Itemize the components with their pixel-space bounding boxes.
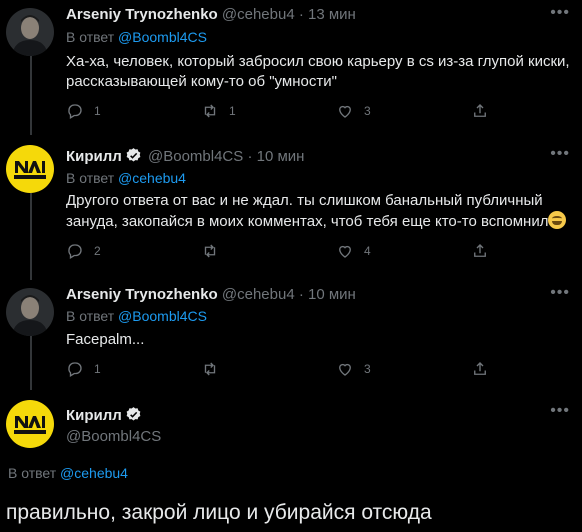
thread-line	[30, 193, 32, 280]
thread-line	[30, 56, 32, 135]
grinning-emoji-icon	[548, 211, 567, 229]
like-icon	[339, 363, 351, 376]
more-icon[interactable]: •••	[550, 284, 570, 302]
retweet-icon	[204, 244, 216, 258]
reply-prefix: В ответ	[66, 29, 115, 45]
like-count: 3	[364, 104, 371, 118]
author-handle[interactable]: @cehebu4	[222, 6, 295, 23]
retweet-button[interactable]	[201, 359, 229, 379]
reply-context: В ответ @cehebu4	[8, 465, 128, 481]
share-button[interactable]	[471, 101, 489, 121]
like-count: 4	[364, 244, 371, 258]
reply-count: 1	[94, 104, 101, 118]
avatar[interactable]	[6, 400, 54, 448]
reply-button[interactable]: 1	[66, 101, 101, 121]
like-button[interactable]: 3	[336, 359, 371, 379]
avatar-photo-icon	[6, 8, 54, 56]
more-icon[interactable]: •••	[550, 4, 570, 22]
timestamp[interactable]: 10 мин	[257, 148, 305, 165]
thread-line	[30, 336, 32, 390]
like-button[interactable]: 3	[336, 101, 371, 121]
share-button[interactable]	[471, 359, 489, 379]
avatar[interactable]	[6, 8, 54, 56]
mention-link[interactable]: @cehebu4	[118, 170, 186, 186]
reply-count: 1	[94, 362, 101, 376]
mention-link[interactable]: @Boombl4CS	[118, 308, 207, 324]
tweet-text-content: Другого ответа от вас и не ждал. ты слиш…	[66, 192, 549, 230]
retweet-button[interactable]: 1	[201, 101, 236, 121]
tweet-actions: 2 4	[66, 241, 486, 261]
tweet-header: Кирилл @Boombl4CS · 10 мин	[66, 147, 304, 165]
reply-button[interactable]: 2	[66, 241, 101, 261]
reply-context: В ответ @Boombl4CS	[66, 308, 207, 324]
retweet-icon	[204, 362, 216, 376]
share-icon	[474, 104, 486, 117]
reply-icon	[68, 244, 82, 259]
author-name[interactable]: Arseniy Trynozhenko	[66, 286, 218, 303]
author-name[interactable]: Кирилл	[66, 148, 122, 165]
retweet-button[interactable]	[201, 241, 229, 261]
separator-dot: ·	[247, 148, 253, 165]
tweet-2[interactable]: Кирилл @Boombl4CS · 10 мин ••• В ответ @…	[0, 135, 582, 280]
avatar-photo-icon	[6, 288, 54, 336]
reply-button[interactable]: 1	[66, 359, 101, 379]
tweet-3[interactable]: Arseniy Trynozhenko @cehebu4 · 10 мин ••…	[0, 280, 582, 390]
more-icon[interactable]: •••	[550, 402, 570, 420]
mention-link[interactable]: @Boombl4CS	[118, 29, 207, 45]
tweet-actions: 1 3	[66, 359, 486, 379]
avatar[interactable]	[6, 288, 54, 336]
author-name-row: Кирилл	[66, 406, 144, 424]
author-name[interactable]: Кирилл	[66, 407, 122, 424]
author-handle[interactable]: @cehebu4	[222, 286, 295, 303]
reply-icon	[68, 104, 82, 119]
tweet-actions: 1 1 3	[66, 101, 486, 121]
tweet-text: Facepalm...	[66, 331, 145, 348]
author-name[interactable]: Arseniy Trynozhenko	[66, 6, 218, 23]
more-icon[interactable]: •••	[550, 145, 570, 163]
tweet-text: Другого ответа от вас и не ждал. ты слиш…	[66, 191, 576, 232]
reply-context: В ответ @Boombl4CS	[66, 29, 207, 45]
separator-dot: ·	[298, 286, 304, 303]
navi-logo-icon	[6, 400, 54, 448]
verified-icon	[126, 407, 141, 421]
like-icon	[339, 105, 351, 118]
share-icon	[474, 362, 486, 375]
reply-context: В ответ @cehebu4	[66, 170, 186, 186]
like-button[interactable]: 4	[336, 241, 371, 261]
retweet-count: 1	[229, 104, 236, 118]
verified-icon	[126, 148, 141, 162]
share-icon	[474, 244, 486, 257]
main-tweet[interactable]: Кирилл @Boombl4CS ••• В ответ @cehebu4 п…	[0, 390, 582, 532]
reply-prefix: В ответ	[66, 308, 115, 324]
share-button[interactable]	[471, 241, 489, 261]
tweet-header: Arseniy Trynozhenko @cehebu4 · 13 мин	[66, 6, 356, 23]
reply-prefix: В ответ	[66, 170, 115, 186]
like-icon	[339, 245, 351, 258]
like-count: 3	[364, 362, 371, 376]
avatar[interactable]	[6, 145, 54, 193]
tweet-1[interactable]: Arseniy Trynozhenko @cehebu4 · 13 мин ••…	[0, 0, 582, 135]
reply-count: 2	[94, 244, 101, 258]
reply-prefix: В ответ	[8, 465, 57, 481]
tweet-header: Arseniy Trynozhenko @cehebu4 · 10 мин	[66, 286, 356, 303]
mention-link[interactable]: @cehebu4	[60, 465, 128, 481]
main-tweet-text: правильно, закрой лицо и убирайся отсюда	[6, 501, 432, 524]
timestamp[interactable]: 13 мин	[308, 6, 356, 23]
timestamp[interactable]: 10 мин	[308, 286, 356, 303]
retweet-icon	[204, 104, 216, 118]
reply-icon	[68, 362, 82, 377]
tweet-text: Ха-ха, человек, который забросил свою ка…	[66, 53, 570, 90]
author-handle[interactable]: @Boombl4CS	[66, 428, 161, 445]
navi-logo-icon	[6, 145, 54, 193]
separator-dot: ·	[298, 6, 304, 23]
author-handle[interactable]: @Boombl4CS	[148, 148, 243, 165]
